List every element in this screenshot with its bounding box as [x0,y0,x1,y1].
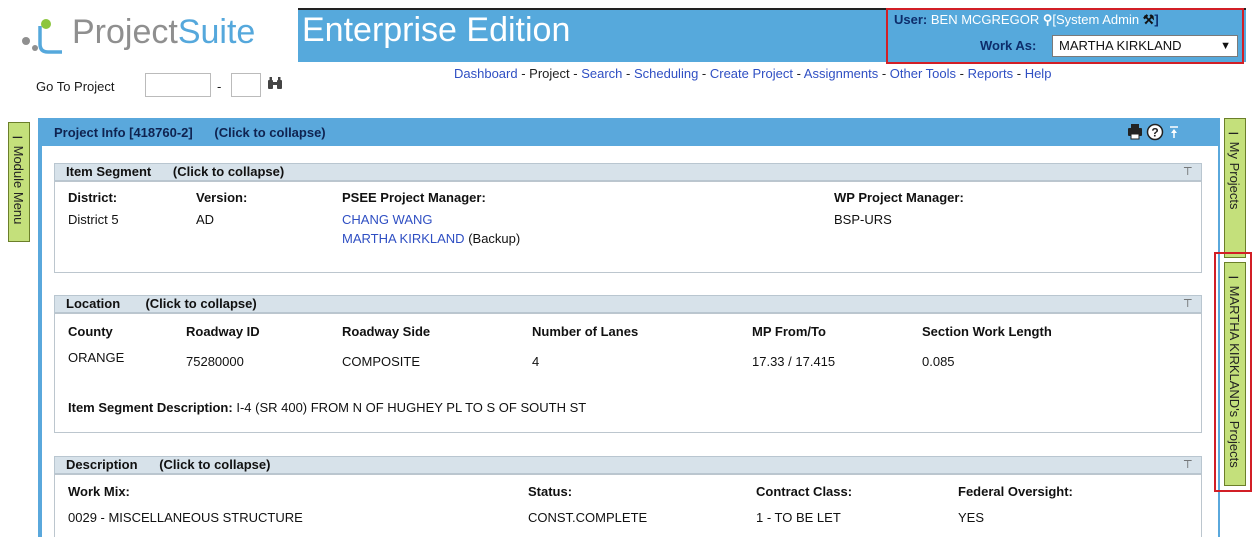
tab-highlight-box [1214,252,1252,492]
nav-separator: - [622,66,634,81]
goto-project-label: Go To Project [36,79,115,94]
pin-icon: ⚊ [11,127,26,146]
status-value: CONST.COMPLETE [528,510,648,525]
goto-project-suffix-input[interactable] [231,73,261,97]
contract-class-label: Contract Class: [756,484,853,499]
nav-link-other-tools[interactable]: Other Tools [890,66,956,81]
module-menu-tab[interactable]: ⚊ Module Menu [8,122,30,242]
work-mix-value: 0029 - MISCELLANEOUS STRUCTURE [68,510,303,525]
work-as-value: MARTHA KIRKLAND [1059,38,1182,53]
wp-manager-value: BSP-URS [834,212,892,227]
description-title: Description (Click to collapse) [66,457,271,472]
top-navigation: Dashboard - Project - Search - Schedulin… [454,66,1051,81]
nav-link-reports[interactable]: Reports [968,66,1014,81]
wp-manager-label: WP Project Manager: [834,190,964,205]
panel-tools: ? [1128,123,1178,141]
help-icon[interactable]: ? [1146,123,1164,141]
item-segment-title: Item Segment (Click to collapse) [66,164,285,179]
collapse-pin-icon[interactable]: ⊤ [1183,297,1193,310]
user-role: [System Admin [1052,12,1140,27]
lanes-value: 4 [532,354,540,369]
nav-link-search[interactable]: Search [581,66,622,81]
nav-link-dashboard[interactable]: Dashboard [454,66,518,81]
nav-separator: - [698,66,710,81]
nav-separator: - [1013,66,1025,81]
collapse-pin-icon[interactable]: ⊤ [1183,165,1193,178]
panel-header[interactable]: Project Info [418760-2] (Click to collap… [54,125,326,140]
segment-description-value: I-4 (SR 400) FROM N OF HUGHEY PL TO S OF… [236,400,587,415]
pin-icon: ⚊ [1227,123,1242,142]
roadway-side-label: Roadway Side [342,324,431,339]
section-work-length-value: 0.085 [922,354,955,369]
mp-label: MP From/To [752,324,826,339]
user-info: User: BEN MCGREGOR ⚲[System Admin ⚒] [894,12,1159,27]
user-icon: ⚲ [1042,12,1053,27]
nav-separator: - [878,66,890,81]
binoculars-icon[interactable] [267,75,283,91]
svg-text:?: ? [1151,126,1158,140]
chevron-down-icon: ▼ [1220,40,1231,52]
version-label: Version: [196,190,248,205]
nav-separator: - [517,66,530,81]
panel-collapse-link[interactable]: (Click to collapse) [214,125,325,140]
my-projects-tab[interactable]: ⚊ My Projects [1224,118,1246,258]
district-label: District: [68,190,118,205]
segment-description-label: Item Segment Description: [68,400,233,415]
goto-project-input[interactable] [145,73,211,97]
status-label: Status: [528,484,573,499]
wrench-icon[interactable]: ⚒ [1143,12,1155,27]
work-mix-label: Work Mix: [68,484,130,499]
item-segment-collapse-link[interactable]: (Click to collapse) [173,164,284,179]
version-value: AD [196,212,215,227]
mp-value: 17.33 / 17.415 [752,354,836,369]
nav-separator: - [569,66,582,81]
print-icon[interactable] [1128,124,1142,140]
brand-name: ProjectSuite [72,12,255,52]
work-as-label: Work As: [980,38,1037,53]
psee-manager-link[interactable]: CHANG WANG [342,212,433,227]
location-collapse-link[interactable]: (Click to collapse) [145,296,256,311]
psee-backup-link[interactable]: MARTHA KIRKLAND [342,231,465,246]
user-label: User: [894,12,928,27]
contract-class-value: 1 - TO BE LET [756,510,841,525]
edition-title: Enterprise Edition [302,11,571,49]
nav-separator: - [792,66,804,81]
nav-link-help[interactable]: Help [1025,66,1052,81]
psee-backup: MARTHA KIRKLAND (Backup) [342,231,520,246]
segment-description: Item Segment Description: I-4 (SR 400) F… [68,400,586,415]
nav-link-scheduling[interactable]: Scheduling [634,66,698,81]
county-value: ORANGE [68,350,125,365]
nav-link-project[interactable]: Project [529,66,569,81]
brand-part2: Suite [177,13,256,51]
nav-separator: - [956,66,968,81]
collapse-pin-icon[interactable] [1170,126,1178,138]
nav-link-create-project[interactable]: Create Project [710,66,793,81]
roadway-id-label: Roadway ID [186,324,260,339]
panel-title: Project Info [418760-2] [54,125,193,140]
brand-part1: Project [72,13,178,51]
goto-dash: - [217,79,222,94]
module-menu-label: ⚊ Module Menu [11,127,26,225]
federal-oversight-value: YES [958,510,985,525]
roadway-side-value: COMPOSITE [342,354,421,369]
county-label: County [68,324,113,339]
backup-note: (Backup) [468,231,521,246]
nav-link-assignments[interactable]: Assignments [804,66,878,81]
location-title: Location (Click to collapse) [66,296,257,311]
collapse-pin-icon[interactable]: ⊤ [1183,458,1193,471]
description-collapse-link[interactable]: (Click to collapse) [159,457,270,472]
lanes-label: Number of Lanes [532,324,639,339]
section-work-length-label: Section Work Length [922,324,1052,339]
logo-icon [22,19,62,54]
my-projects-label: ⚊ My Projects [1227,123,1242,210]
roadway-id-value: 75280000 [186,354,244,369]
user-name[interactable]: BEN MCGREGOR [931,12,1039,27]
psee-manager-label: PSEE Project Manager: [342,190,486,205]
federal-oversight-label: Federal Oversight: [958,484,1073,499]
work-as-select[interactable]: MARTHA KIRKLAND ▼ [1052,35,1238,57]
district-value: District 5 [68,212,119,227]
